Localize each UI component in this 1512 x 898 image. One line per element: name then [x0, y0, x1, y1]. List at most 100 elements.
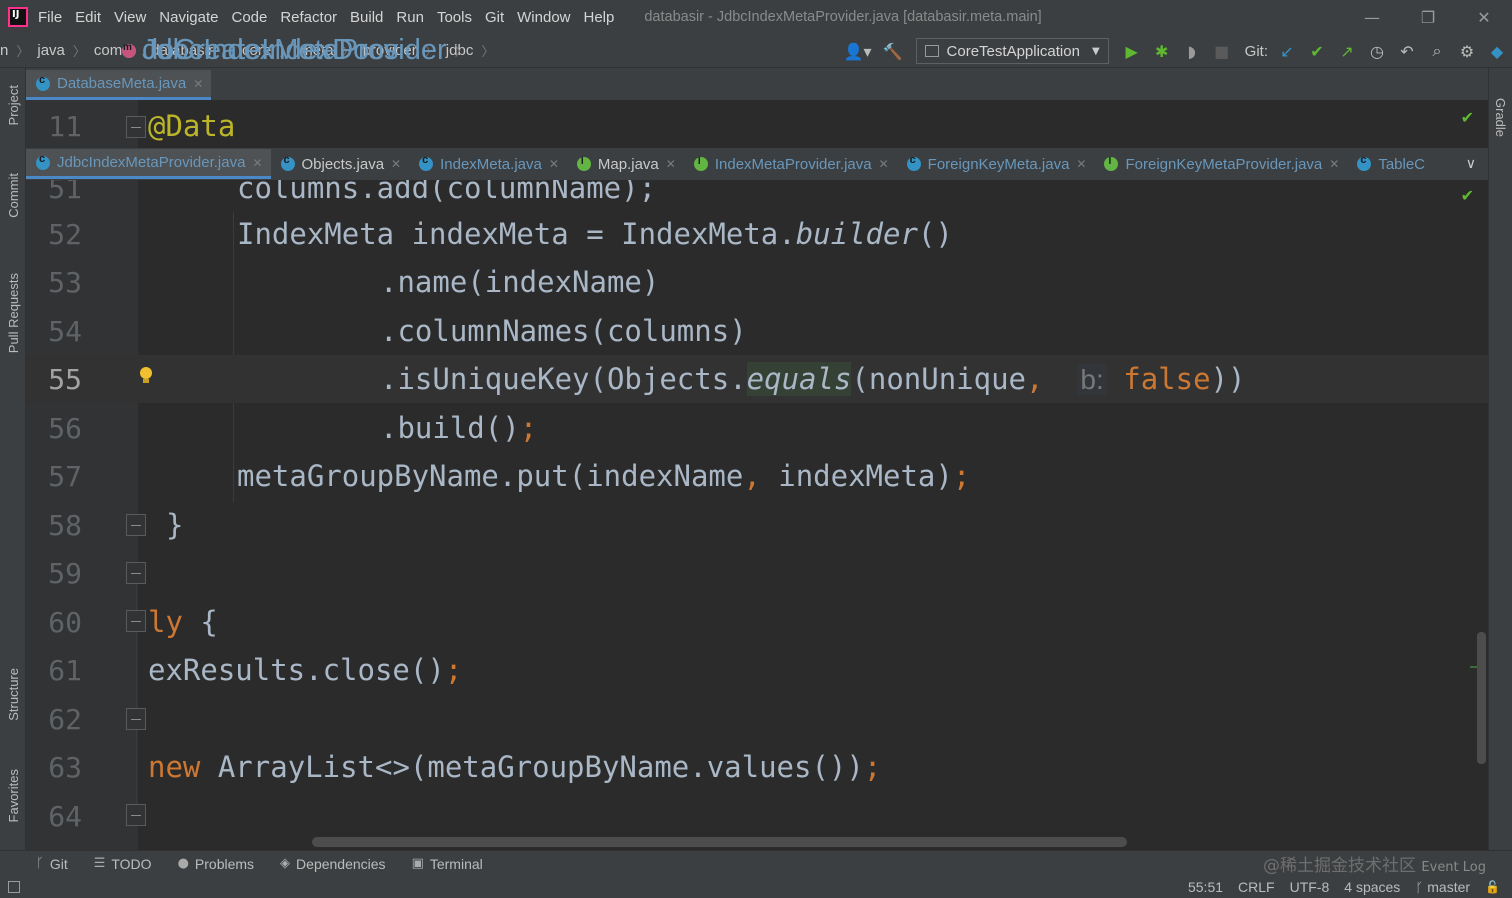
code-text: .isUniqueKey(Objects.equals(nonUnique, b… [380, 362, 1246, 396]
plugin-icon[interactable]: ◆ [1482, 36, 1512, 66]
vertical-scrollbar[interactable] [1477, 632, 1486, 764]
breadcrumb-item[interactable]: n 〉 [0, 41, 37, 60]
menu-build[interactable]: Build [350, 9, 383, 26]
terminal-tool-tab[interactable]: ▣ Terminal [412, 856, 483, 872]
restore-button[interactable]: ❐ [1400, 0, 1456, 34]
debug-icon[interactable]: ✱ [1147, 36, 1177, 66]
menu-help[interactable]: Help [584, 9, 615, 26]
navigation-bar: n 〉 java 〉 com 〉 databasir 〉 core 〉 meta 〉 pro… [0, 34, 1512, 68]
layout-toggle-icon[interactable] [8, 881, 20, 893]
watermark: @稀土掘金技术社区 Event Log [1263, 851, 1486, 876]
close-icon[interactable]: ✕ [1076, 157, 1086, 171]
code-line: 54 .columnNames(columns) [26, 307, 1488, 355]
problems-tool-tab[interactable]: ● Problems [178, 856, 254, 872]
rollback-icon[interactable]: ↶ [1392, 36, 1422, 66]
menu-edit[interactable]: Edit [75, 9, 101, 26]
project-tool-tab[interactable]: Project [0, 74, 26, 136]
editor-tab[interactable]: Objects.java ✕ [271, 149, 410, 179]
editor-tab[interactable]: ForeignKeyMeta.java ✕ [897, 149, 1095, 179]
close-icon[interactable]: ✕ [879, 157, 889, 171]
dependencies-tool-tab[interactable]: ◈ Dependencies [280, 856, 386, 872]
class-icon [419, 154, 434, 171]
editor-tab[interactable]: TableC [1347, 149, 1433, 179]
indent-setting[interactable]: 4 spaces [1344, 879, 1400, 895]
menu-tools[interactable]: Tools [437, 9, 472, 26]
code-text: .build(); [380, 411, 538, 445]
coverage-icon[interactable]: ◗ [1177, 36, 1207, 66]
inspection-ok-icon: ✔ [1460, 186, 1474, 205]
close-icon[interactable]: ✕ [666, 157, 676, 171]
close-icon[interactable]: ✕ [549, 157, 559, 171]
left-tool-strip: Project Commit Pull Requests Structure F… [0, 68, 26, 850]
breadcrumb-method[interactable]: doCreateIndexDocs [122, 34, 398, 67]
line-number: 52 [48, 217, 82, 251]
git-push-icon[interactable]: ↗ [1332, 36, 1362, 66]
close-icon[interactable]: ✕ [252, 156, 262, 170]
editor-tab[interactable]: ForeignKeyMetaProvider.java ✕ [1094, 149, 1347, 179]
event-log-tab[interactable]: Event Log [1421, 860, 1486, 875]
code-editor[interactable]: 11 @Data ✔ 51 columns.add(columnName); 5… [26, 100, 1488, 850]
fold-icon[interactable] [126, 610, 146, 632]
caret-position[interactable]: 55:51 [1188, 879, 1223, 895]
code-line-sticky: 11 @Data [26, 102, 1488, 150]
git-tool-tab[interactable]: ᚴ Git [36, 856, 68, 872]
favorites-tool-tab[interactable]: Favorites [0, 756, 26, 836]
settings-icon[interactable]: ⚙ [1452, 36, 1482, 66]
line-separator[interactable]: CRLF [1238, 879, 1275, 895]
menu-file[interactable]: File [38, 9, 62, 26]
editor-tab[interactable]: IndexMeta.java ✕ [409, 149, 567, 179]
search-icon[interactable]: ⌕ [1422, 36, 1452, 66]
file-encoding[interactable]: UTF-8 [1290, 879, 1330, 895]
intellij-logo-icon [8, 7, 28, 27]
close-button[interactable]: ✕ [1456, 0, 1512, 34]
menu-code[interactable]: Code [231, 9, 267, 26]
todo-tool-tab[interactable]: ☰ TODO [94, 856, 152, 872]
editor-tab[interactable]: Map.java ✕ [567, 149, 684, 179]
menu-window[interactable]: Window [517, 9, 570, 26]
code-token: , [1026, 362, 1044, 396]
close-icon[interactable]: ✕ [193, 77, 203, 91]
gradle-tool-tab[interactable]: Gradle [1493, 98, 1508, 137]
menu-run[interactable]: Run [396, 9, 424, 26]
run-icon[interactable]: ▶ [1117, 36, 1147, 66]
breadcrumb-label: doCreateIndexDocs [142, 34, 399, 66]
commit-tool-tab[interactable]: Commit [0, 162, 26, 228]
run-configuration-select[interactable]: CoreTestApplication ▼ [915, 38, 1109, 64]
editor-tab[interactable]: JdbcIndexMetaProvider.java ✕ [26, 149, 271, 179]
fold-icon[interactable] [126, 708, 146, 730]
git-branch-icon: ᚴ [36, 856, 44, 871]
tab-label: Map.java [597, 155, 659, 173]
git-update-icon[interactable]: ↙ [1272, 36, 1302, 66]
fold-icon[interactable] [126, 514, 146, 536]
git-branch[interactable]: ᚴ master [1415, 879, 1470, 896]
minimize-button[interactable]: — [1344, 0, 1400, 34]
user-icon[interactable]: 👤▾ [838, 36, 878, 66]
editor-tab[interactable]: DatabaseMeta.java ✕ [26, 70, 212, 100]
menu-view[interactable]: View [114, 9, 146, 26]
git-commit-icon[interactable]: ✔ [1302, 36, 1332, 66]
close-icon[interactable]: ✕ [391, 157, 401, 171]
lightbulb-icon[interactable] [139, 367, 153, 385]
code-line: 52 IndexMeta indexMeta = IndexMeta.build… [26, 210, 1488, 258]
history-icon[interactable]: ◷ [1362, 36, 1392, 66]
editor-tab[interactable]: IndexMetaProvider.java ✕ [684, 149, 897, 179]
lock-icon[interactable]: 🔓 [1485, 880, 1500, 894]
hammer-icon[interactable]: 🔨 [878, 36, 908, 66]
tool-tab-label: Git [49, 855, 68, 872]
fold-icon[interactable] [126, 116, 146, 138]
class-icon [1357, 154, 1372, 171]
fold-icon[interactable] [126, 562, 146, 584]
stop-icon[interactable]: ■ [1207, 36, 1237, 66]
chevron-down-icon[interactable]: ∨ [1466, 156, 1476, 172]
breadcrumb-item[interactable]: java 〉 [37, 41, 94, 60]
breadcrumb-label: n [0, 42, 9, 59]
horizontal-scrollbar[interactable] [312, 837, 1127, 847]
menu-refactor[interactable]: Refactor [280, 9, 337, 26]
fold-icon[interactable] [126, 804, 146, 826]
close-icon[interactable]: ✕ [1329, 157, 1339, 171]
interface-icon [693, 156, 708, 171]
menu-navigate[interactable]: Navigate [159, 9, 218, 26]
pull-requests-tool-tab[interactable]: Pull Requests [0, 258, 26, 368]
menu-git[interactable]: Git [485, 9, 504, 26]
structure-tool-tab[interactable]: Structure [0, 654, 26, 734]
